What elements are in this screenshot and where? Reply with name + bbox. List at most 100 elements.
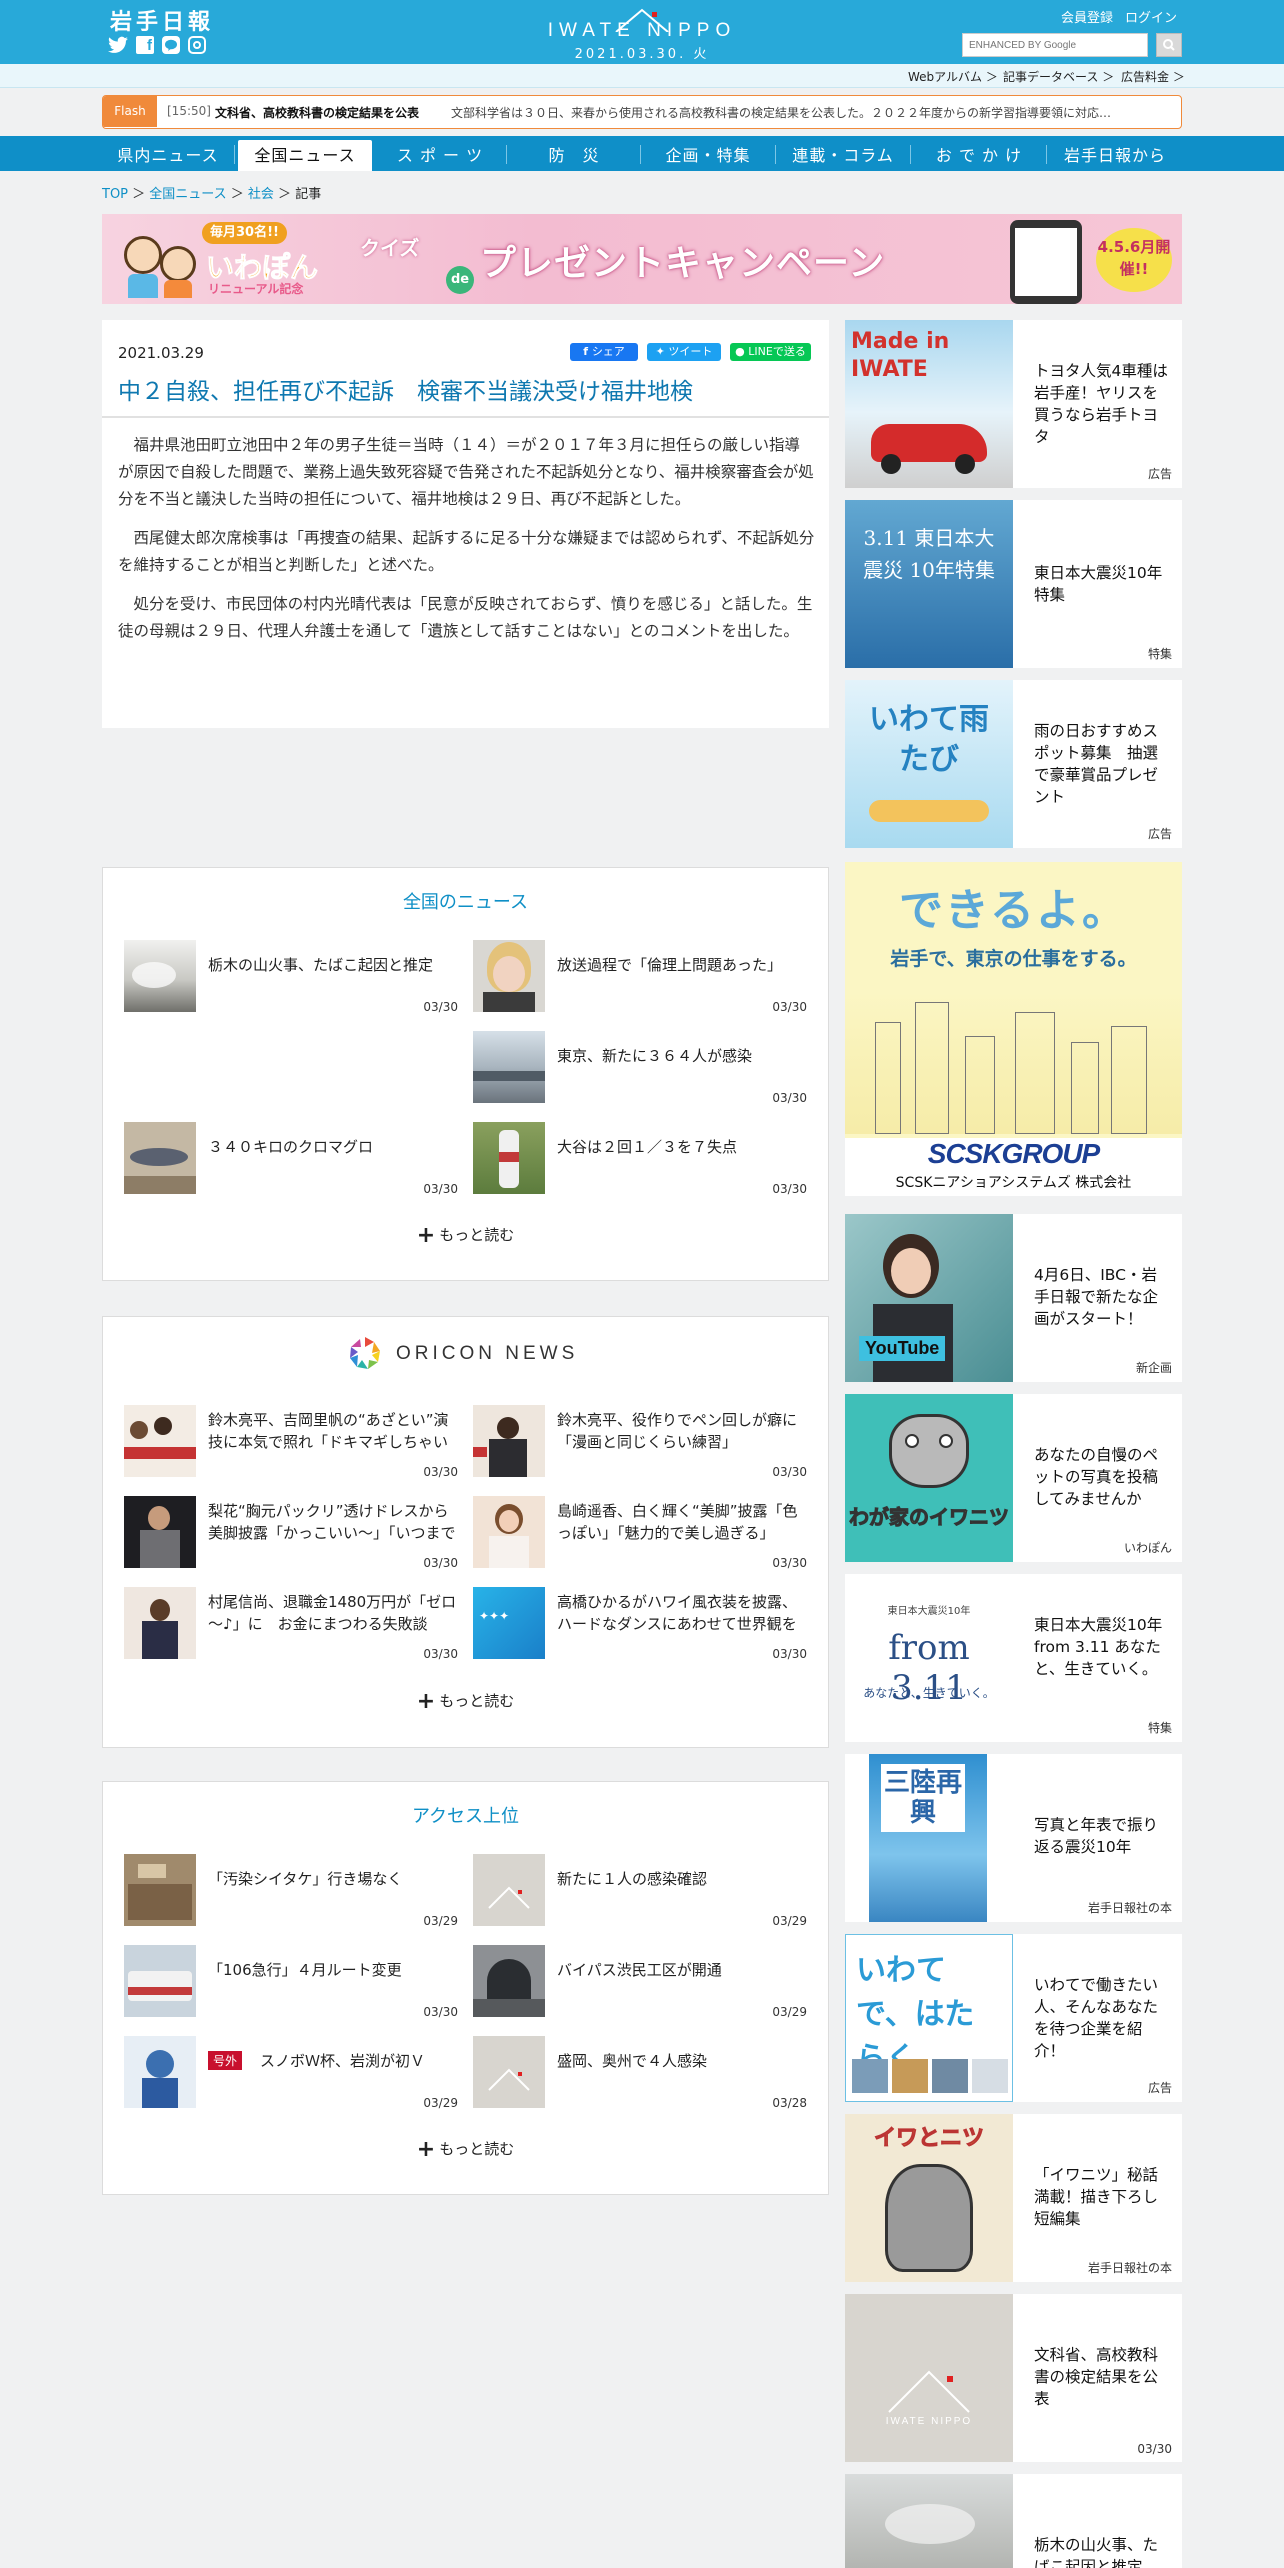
facebook-share-button[interactable]: f シェア — [570, 343, 638, 361]
flash-news[interactable]: Flash [15:50] 文科省、高校教科書の検定結果を公表 文部科学省は３０… — [102, 95, 1182, 129]
thumb-label: イワとニツ — [873, 2126, 984, 2152]
thumb-label: 三陸再興 — [881, 1764, 965, 1832]
article-paragraph: 処分を受け、市民団体の村内光晴代表は「民意が反映されておらず、憤りを感じる」と話… — [118, 595, 813, 640]
news-title: 栃木の山火事、たばこ起因と推定 — [208, 956, 434, 974]
news-item[interactable]: 放送過程で「倫理上問題あった」 03/30 — [473, 940, 807, 1014]
news-date: 03/30 — [423, 1647, 458, 1661]
sidebar-card[interactable]: イワとニツ 「イワニツ」秘話満載！描き下ろし短編集 岩手日報社の本 — [845, 2114, 1182, 2282]
news-item[interactable]: 「106急行」４月ルート変更 03/30 — [124, 1945, 458, 2019]
read-more-button[interactable]: + もっと読む — [103, 1689, 828, 1714]
main-nav: 県内ニュース 全国ニュース ス ポ ー ツ 防 災 企画・特集 連載・コラム お… — [0, 136, 1284, 171]
sidebar-card[interactable]: 三陸再興 写真と年表で振り返る震災10年 岩手日報社の本 — [845, 1754, 1182, 1922]
news-item[interactable]: 梨花“胸元パックリ”透けドレスから美脚披露「かっこいい〜」「いつまでも素敵」 0… — [124, 1496, 458, 1570]
site-logo[interactable]: 岩手日報 — [110, 4, 214, 36]
nav-sports[interactable]: ス ポ ー ツ — [374, 140, 506, 171]
line-share-button[interactable]: ● LINEで送る — [730, 343, 811, 361]
breadcrumb-national[interactable]: 全国ニュース — [149, 187, 226, 202]
banner-de: de — [446, 266, 474, 294]
nav-features[interactable]: 企画・特集 — [642, 140, 774, 171]
news-item[interactable]: 栃木の山火事、たばこ起因と推定 03/30 — [124, 940, 458, 1014]
news-item[interactable]: ３４０キロのクロマグロ 03/30 — [124, 1122, 458, 1196]
nav-prefecture-news[interactable]: 県内ニュース — [102, 140, 234, 171]
facebook-icon[interactable]: f — [136, 36, 154, 54]
banner-phone — [1010, 220, 1082, 304]
article-db-link[interactable]: 記事データベース ＞ — [1003, 68, 1114, 85]
nav-disaster[interactable]: 防 災 — [508, 140, 640, 171]
ad-subheadline: 岩手で、東京の仕事をする。 — [890, 948, 1137, 970]
sidebar-thumbnail: わが家のイワニツ — [845, 1394, 1013, 1562]
search-input[interactable] — [962, 33, 1148, 57]
login-link[interactable]: ログイン — [1125, 7, 1177, 26]
twitter-icon[interactable] — [108, 36, 128, 54]
news-item[interactable]: 号外 スノボＷ杯、岩渕が初Ｖ 03/29 — [124, 2036, 458, 2110]
ad-rates-link[interactable]: 広告料金 ＞ — [1121, 68, 1185, 85]
campaign-banner[interactable]: 毎月30名!! いわぽん リニューアル記念 クイズ de プレゼントキャンペーン… — [102, 214, 1182, 304]
line-icon[interactable] — [162, 36, 180, 54]
nav-from-nippo[interactable]: 岩手日報から — [1048, 140, 1182, 171]
news-thumbnail — [124, 940, 196, 1012]
sidebar-card[interactable]: YouTube 4月6日、IBC・岩手日報で新たな企画がスタート！ 新企画 — [845, 1214, 1182, 1382]
sidebar-card[interactable]: わが家のイワニツ あなたの自慢のペットの写真を投稿してみませんか いわぽん — [845, 1394, 1182, 1562]
banner-dates: 4.5.6月開催!! — [1096, 228, 1172, 292]
news-date: 03/30 — [772, 1000, 807, 1014]
sidebar-card[interactable]: 3.11 東日本大震災 10年特集 東日本大震災10年特集 特集 — [845, 500, 1182, 668]
news-item[interactable]: ✦✦✦ 高橋ひかるがハワイ風衣装を披露、ハードなダンスにあわせて世界観を表現 0… — [473, 1587, 807, 1661]
sidebar-tag: 特集 — [1147, 1721, 1172, 1735]
news-item[interactable]: 大谷は２回１／３を７失点 03/30 — [473, 1122, 807, 1196]
news-item[interactable]: 新たに１人の感染確認 03/29 — [473, 1854, 807, 1928]
sidebar-title: 東日本大震災10年特集 — [1034, 564, 1163, 604]
news-thumbnail — [124, 1496, 196, 1568]
read-more-label: もっと読む — [439, 1226, 515, 1244]
brand-mark[interactable]: IWATE NIPPO 2021.03.30. 火 — [520, 6, 764, 62]
sidebar-card[interactable]: Made in IWATE トヨタ人気4車種は岩手産！ヤリスを買うなら岩手トヨタ… — [845, 320, 1182, 488]
register-link[interactable]: 会員登録 — [1061, 7, 1113, 26]
read-more-button[interactable]: + もっと読む — [103, 2137, 828, 2162]
read-more-button[interactable]: + もっと読む — [103, 1223, 828, 1248]
nav-national-news[interactable]: 全国ニュース — [238, 140, 372, 171]
web-album-link[interactable]: Webアルバム ＞ — [908, 68, 998, 85]
thumb-label: いわて雨たび — [869, 702, 989, 777]
sidebar-tag: 新企画 — [1135, 1361, 1172, 1375]
news-title: 大谷は２回１／３を７失点 — [557, 1138, 738, 1156]
news-item[interactable]: 東京、新たに３６４人が感染 03/30 — [473, 1031, 807, 1105]
tweet-button[interactable]: ✦ ツイート — [647, 343, 721, 361]
news-thumbnail — [473, 1122, 545, 1194]
search-button[interactable] — [1156, 33, 1182, 57]
instagram-icon[interactable] — [188, 36, 206, 54]
news-item[interactable]: 村尾信尚、退職金1480万円が「ゼロ～♪」に お金にまつわる失敗談 03/30 — [124, 1587, 458, 1661]
thumb-label: わが家のイワニツ — [849, 1505, 1010, 1530]
sidebar-ad-scsk[interactable]: できるよ。 岩手で、東京の仕事をする。 SCSKGROUP SCSKニアショアシ… — [845, 862, 1182, 1196]
sidebar-card[interactable]: IWATE NIPPO 文科省、高校教科書の検定結果を公表 03/30 — [845, 2294, 1182, 2462]
tweet-label: ツイート — [668, 345, 713, 358]
ad-city-illustration — [845, 992, 1182, 1134]
banner-quiz: クイズ — [360, 236, 420, 260]
news-item[interactable]: 鈴木亮平、役作りでペン回しが癖に「漫画と同じくらい練習」 03/30 — [473, 1405, 807, 1479]
news-item[interactable]: 「汚染シイタケ」行き場なく 03/29 — [124, 1854, 458, 1928]
nav-divider — [910, 145, 911, 164]
sidebar-thumbnail: いわて雨たび — [845, 680, 1013, 848]
nav-outings[interactable]: お で か け — [912, 140, 1046, 171]
news-item[interactable]: 島崎遥香、白く輝く“美脚”披露「色っぽい」「魅力的で美し過ぎる」 03/30 — [473, 1496, 807, 1570]
sidebar-card[interactable]: いわて雨たび 雨の日おすすめスポット募集 抽選で豪華賞品プレゼント 広告 — [845, 680, 1182, 848]
breadcrumb-top[interactable]: TOP — [102, 187, 128, 202]
news-item[interactable]: バイパス渋民工区が開通 03/29 — [473, 1945, 807, 2019]
news-title: 梨花“胸元パックリ”透けドレスから美脚披露「かっこいい〜」「いつまでも素敵」 — [208, 1502, 456, 1542]
youtube-badge: YouTube — [859, 1336, 946, 1361]
sidebar-tag: 特集 — [1147, 647, 1172, 661]
breadcrumb-society[interactable]: 社会 — [248, 187, 274, 202]
facebook-share-label: シェア — [591, 345, 625, 358]
article-paragraph: 西尾健太郎次席検事は「再捜査の結果、起訴するに足る十分な嫌疑までは認められず、不… — [118, 529, 815, 574]
nav-divider — [1046, 145, 1047, 164]
nav-columns[interactable]: 連載・コラム — [776, 140, 910, 171]
ad-logo: SCSKGROUP — [845, 1138, 1182, 1172]
sidebar-card[interactable]: いわてで、はたらく いわてで働きたい人、そんなあなたを待つ企業を紹介！ 広告 — [845, 1934, 1182, 2102]
flash-summary: 文部科学省は３０日、来春から使用される高校教科書の検定結果を公表した。２０２２年… — [451, 106, 1112, 120]
news-thumbnail: ✦✦✦ — [473, 1587, 545, 1659]
sidebar-card[interactable]: 栃木の山火事、たばこ起因と推定 — [845, 2474, 1182, 2568]
sidebar-card[interactable]: 東日本大震災10年 from 3.11 あなたと、生きていく。 東日本大震災10… — [845, 1574, 1182, 1742]
news-item[interactable]: 盛岡、奥州で４人感染 03/28 — [473, 2036, 807, 2110]
flash-headline[interactable]: 文科省、高校教科書の検定結果を公表 — [215, 104, 419, 121]
news-item[interactable]: 鈴木亮平、吉岡里帆の“あざとい”演技に本気で照れ「ドキマギしちゃいました」 03… — [124, 1405, 458, 1479]
news-date: 03/30 — [423, 1182, 458, 1196]
utility-links: Webアルバム ＞ 記事データベース ＞ 広告料金 ＞ — [0, 64, 1284, 88]
